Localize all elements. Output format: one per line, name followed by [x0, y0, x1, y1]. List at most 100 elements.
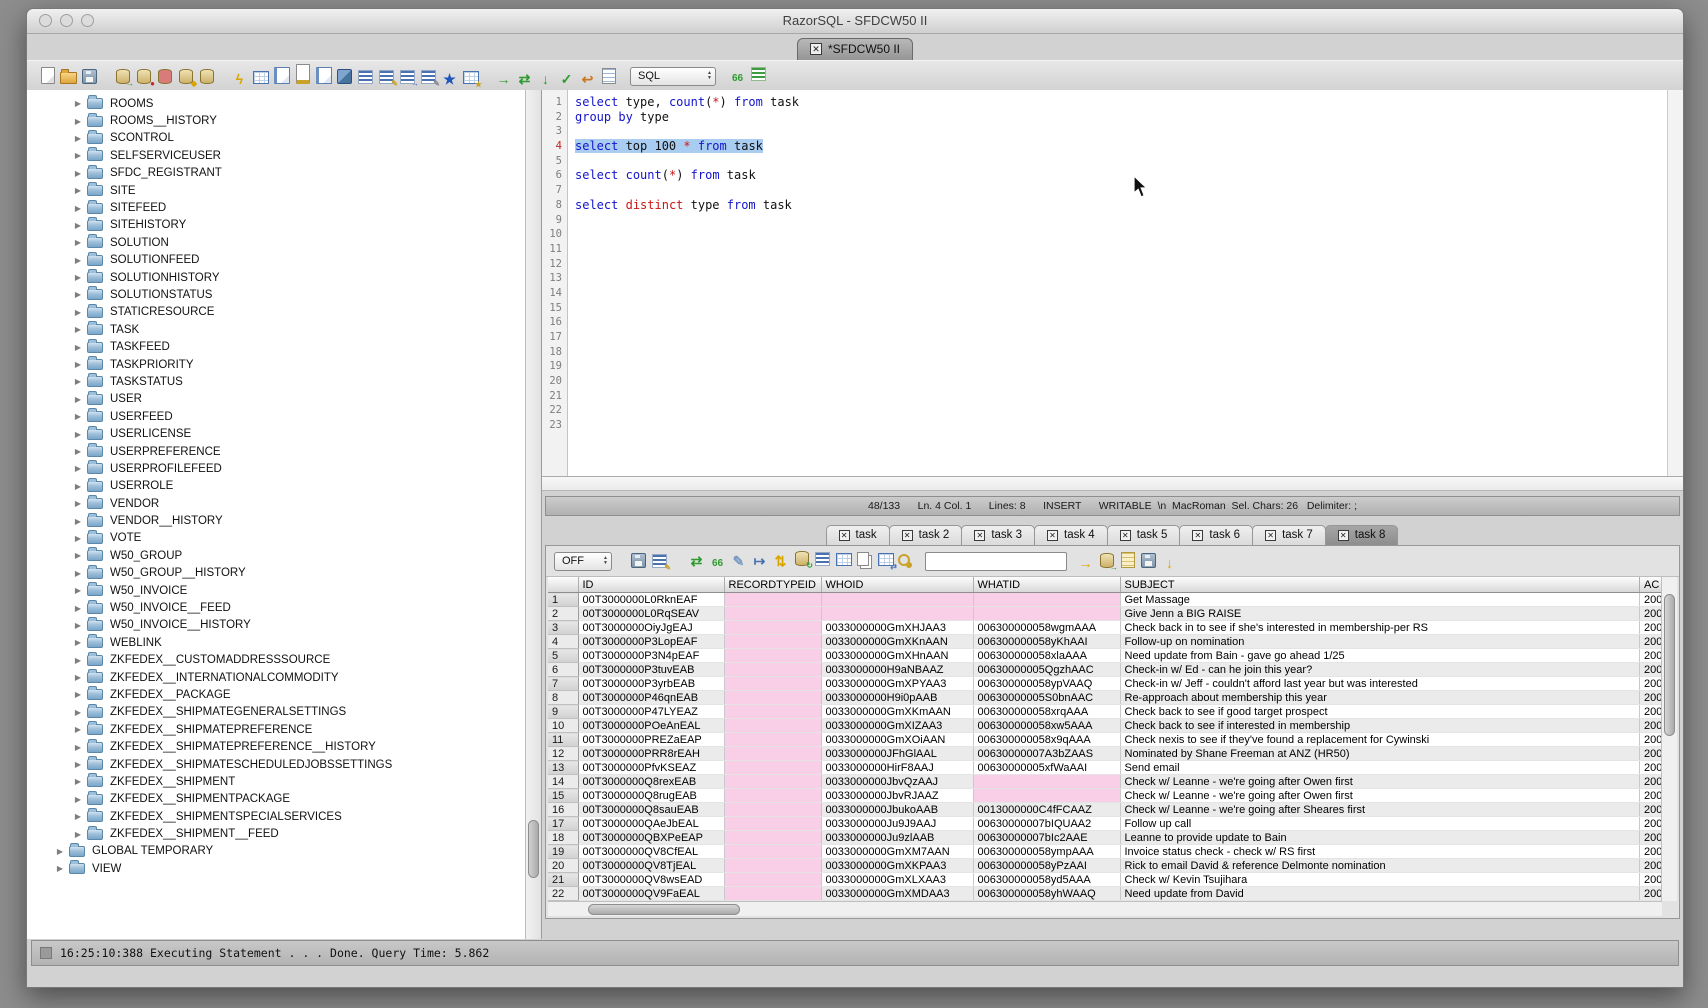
row-number-cell[interactable]: 15 [548, 789, 578, 803]
expand-triangle-icon[interactable]: ▶ [71, 395, 85, 404]
table-cell[interactable]: 006300000058wgmAAA [973, 621, 1120, 635]
table-cell[interactable]: 200 [1640, 831, 1662, 845]
table-cell[interactable]: 0033000000JFhGlAAL [821, 747, 973, 761]
expand-triangle-icon[interactable]: ▶ [71, 151, 85, 160]
expand-triangle-icon[interactable]: ▶ [71, 186, 85, 195]
expand-triangle-icon[interactable]: ▶ [71, 308, 85, 317]
table-cell[interactable] [724, 663, 821, 677]
minimize-window-icon[interactable] [60, 14, 73, 27]
table-cell[interactable] [973, 775, 1120, 789]
table-cell[interactable]: 200 [1640, 775, 1662, 789]
table-cell[interactable]: 006300000058yPzAAI [973, 859, 1120, 873]
table-cell[interactable]: 200 [1640, 719, 1662, 733]
row-number-cell[interactable]: 12 [548, 747, 578, 761]
table-cell[interactable]: 00630000007bIQUAA2 [973, 817, 1120, 831]
sidebar-item-sitehistory[interactable]: ▶SITEHISTORY [27, 217, 526, 234]
table-row[interactable]: 400T3000000P3LopEAF0033000000GmXKnAAN006… [548, 635, 1662, 649]
table-cell[interactable]: 00630000005S0bnAAC [973, 691, 1120, 705]
sql-code-area[interactable]: select type, count(*) from taskgroup by … [575, 95, 1667, 476]
sidebar-item-w50-group[interactable]: ▶W50_GROUP [27, 547, 526, 564]
table-row[interactable]: 900T3000000P47LYEAZ0033000000GmXKmAAN006… [548, 705, 1662, 719]
table-cell[interactable]: 00T3000000QV8wsEAD [578, 873, 724, 887]
table-cell[interactable]: 200 [1640, 733, 1662, 747]
sidebar-item-rooms[interactable]: ▶ROOMS [27, 95, 526, 112]
connect-icon[interactable]: → [112, 66, 133, 87]
results-search-input[interactable] [925, 552, 1067, 571]
table-view-icon[interactable] [833, 549, 854, 570]
expand-triangle-icon[interactable]: ▶ [71, 290, 85, 299]
edit-sql-icon[interactable]: ✎ [376, 66, 397, 87]
row-number-cell[interactable]: 21 [548, 873, 578, 887]
expand-triangle-icon[interactable]: ▶ [71, 412, 85, 421]
table-cell[interactable]: 006300000058yKhAAI [973, 635, 1120, 649]
expand-triangle-icon[interactable]: ▶ [71, 377, 85, 386]
table-cell[interactable]: 00T3000000QBXPeEAP [578, 831, 724, 845]
refresh-results-icon[interactable]: ⇄ [686, 550, 707, 571]
expand-triangle-icon[interactable]: ▶ [71, 604, 85, 613]
table-cell[interactable]: 0033000000GmXOiAAN [821, 733, 973, 747]
table-cell[interactable]: 200 [1640, 593, 1662, 607]
results-vertical-scrollbar[interactable] [1661, 577, 1677, 901]
expand-triangle-icon[interactable]: ▶ [71, 273, 85, 282]
table-row[interactable]: 200T3000000L0RqSEAVGive Jenn a BIG RAISE… [548, 607, 1662, 621]
table-cell[interactable]: 200 [1640, 607, 1662, 621]
sidebar-item-zkfedex-shipmentpackage[interactable]: ▶ZKFEDEX__SHIPMENTPACKAGE [27, 791, 526, 808]
result-tab-task-6[interactable]: ✕task 6 [1179, 525, 1253, 546]
export-results-icon[interactable]: → [1096, 550, 1117, 571]
tab-close-icon[interactable]: ✕ [810, 43, 822, 55]
table-cell[interactable]: 200 [1640, 817, 1662, 831]
notes-icon[interactable] [1117, 549, 1138, 570]
table-cell[interactable]: 00T3000000L0RqSEAV [578, 607, 724, 621]
table-cell[interactable]: 200 [1640, 663, 1662, 677]
sidebar-item-sitefeed[interactable]: ▶SITEFEED [27, 199, 526, 216]
row-number-cell[interactable]: 11 [548, 733, 578, 747]
expand-triangle-icon[interactable]: ▶ [53, 847, 67, 856]
table-cell[interactable]: Get Massage [1120, 593, 1640, 607]
zoom-window-icon[interactable] [81, 14, 94, 27]
expand-triangle-icon[interactable]: ▶ [71, 325, 85, 334]
sidebar-item-selfserviceuser[interactable]: ▶SELFSERVICEUSER [27, 147, 526, 164]
table-cell[interactable]: 0033000000H9aNBAAZ [821, 663, 973, 677]
table-cell[interactable]: 00T3000000P3LopEAF [578, 635, 724, 649]
expand-triangle-icon[interactable]: ▶ [71, 221, 85, 230]
sql-editor[interactable]: 1234567891011121314151617181920212223 se… [542, 90, 1683, 477]
table-cell[interactable]: 200 [1640, 887, 1662, 901]
tab-close-icon[interactable]: ✕ [1192, 530, 1203, 541]
table-cell[interactable]: 00T3000000QV9FaEAL [578, 887, 724, 901]
table-cell[interactable]: Re-approach about membership this year [1120, 691, 1640, 705]
sidebar-item-solution[interactable]: ▶SOLUTION [27, 234, 526, 251]
sidebar-item-userlicense[interactable]: ▶USERLICENSE [27, 425, 526, 442]
table-cell[interactable]: Check back to see if interested in membe… [1120, 719, 1640, 733]
expand-triangle-icon[interactable]: ▶ [71, 360, 85, 369]
table-cell[interactable]: 0033000000GmXMDAA3 [821, 887, 973, 901]
row-list-icon[interactable] [812, 548, 833, 569]
sidebar-item-global-temporary[interactable]: ▶GLOBAL TEMPORARY [27, 843, 526, 860]
edit-cell-icon[interactable]: ✎ [728, 550, 749, 571]
sql-history-icon[interactable]: ✎ [418, 66, 439, 87]
table-cell[interactable] [724, 845, 821, 859]
goto-row-icon[interactable]: ↦ [749, 550, 770, 571]
sql-mode-select[interactable]: SQL ▲▼ [630, 67, 716, 86]
table-cell[interactable]: 200 [1640, 705, 1662, 719]
sidebar-item-zkfedex-shipmatescheduledjobssettings[interactable]: ▶ZKFEDEX__SHIPMATESCHEDULEDJOBSSETTINGS [27, 756, 526, 773]
table-cell[interactable]: 00T3000000P46qnEAB [578, 691, 724, 705]
sidebar-item-taskstatus[interactable]: ▶TASKSTATUS [27, 373, 526, 390]
table-cell[interactable]: 0033000000GmXKmAAN [821, 705, 973, 719]
table-cell[interactable] [724, 789, 821, 803]
table-cell[interactable]: Check w/ Leanne - we're going after Shea… [1120, 803, 1640, 817]
result-tab-task-4[interactable]: ✕task 4 [1034, 525, 1108, 546]
sidebar-item-userrole[interactable]: ▶USERROLE [27, 478, 526, 495]
table-cell[interactable]: 0033000000GmXLXAA3 [821, 873, 973, 887]
expand-triangle-icon[interactable]: ▶ [71, 638, 85, 647]
table-cell[interactable]: Check back to see if good target prospec… [1120, 705, 1640, 719]
table-cell[interactable]: 200 [1640, 635, 1662, 649]
table-tree[interactable]: ▶ROOMS▶ROOMS__HISTORY▶SCONTROL▶SELFSERVI… [27, 90, 526, 939]
query-builder-icon[interactable] [250, 67, 271, 88]
row-number-cell[interactable]: 8 [548, 691, 578, 705]
result-tab-task-7[interactable]: ✕task 7 [1252, 525, 1326, 546]
table-cell[interactable]: Give Jenn a BIG RAISE [1120, 607, 1640, 621]
column-header-whatid[interactable]: WHATID [973, 577, 1120, 593]
refresh-table-icon[interactable]: ↻ [791, 548, 812, 569]
table-cell[interactable]: Check w/ Kevin Tsujihara [1120, 873, 1640, 887]
table-cell[interactable]: 0033000000JbvRJAAZ [821, 789, 973, 803]
